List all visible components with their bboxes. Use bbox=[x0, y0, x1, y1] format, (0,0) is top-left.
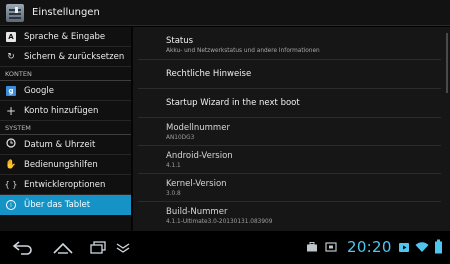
header-label: Datum & Uhrzeit bbox=[24, 139, 96, 150]
pref-title: Build-Nummer bbox=[166, 207, 228, 217]
pref-status[interactable]: Status Akku- und Netzwerkstatus und ande… bbox=[138, 31, 441, 60]
system-bar: 20:20 bbox=[0, 231, 450, 264]
pref-summary: 4.1.1 bbox=[166, 162, 181, 169]
pref-title: Kernel-Version bbox=[166, 178, 227, 189]
recent-apps-icon bbox=[90, 240, 106, 254]
back-icon bbox=[12, 240, 32, 255]
header-sprache-eingabe[interactable]: A Sprache & Eingabe bbox=[0, 27, 131, 47]
pref-summary: 3.0.8 bbox=[166, 190, 181, 197]
section-system: SYSTEM bbox=[0, 121, 131, 135]
preference-list: Status Akku- und Netzwerkstatus und ande… bbox=[138, 31, 441, 230]
wifi-icon bbox=[415, 242, 429, 252]
add-icon: + bbox=[5, 103, 17, 118]
header-konto-hinzufuegen[interactable]: + Konto hinzufügen bbox=[0, 101, 131, 121]
action-bar: Einstellungen bbox=[0, 0, 450, 26]
header-sichern-zuruecksetzen[interactable]: ↻ Sichern & zurücksetzen bbox=[0, 47, 131, 67]
settings-headers-list: A Sprache & Eingabe ↻ Sichern & zurückse… bbox=[0, 27, 131, 231]
pref-summary: Akku- und Netzwerkstatus und andere Info… bbox=[166, 48, 320, 54]
info-icon: i bbox=[4, 200, 18, 210]
header-label: Bedienungshilfen bbox=[24, 159, 98, 170]
restore-icon: ↻ bbox=[7, 51, 15, 62]
header-label: Google bbox=[24, 85, 54, 96]
pref-title: Modellnummer bbox=[166, 122, 230, 133]
header-entwickleroptionen[interactable]: { } Entwickleroptionen bbox=[0, 175, 131, 195]
back-button[interactable] bbox=[5, 231, 41, 264]
section-label: KONTEN bbox=[5, 69, 32, 78]
app-title: Einstellungen bbox=[32, 7, 100, 18]
screenshot-icon bbox=[325, 242, 337, 252]
section-label: SYSTEM bbox=[5, 123, 31, 132]
home-button[interactable] bbox=[45, 231, 81, 264]
pref-modellnummer: Modellnummer AN10DG3 bbox=[138, 118, 441, 146]
keyboard-a-icon: A bbox=[4, 31, 18, 42]
header-label: Sprache & Eingabe bbox=[24, 31, 106, 42]
hide-keyboard-icon bbox=[116, 242, 130, 253]
scrollbar-thumb[interactable] bbox=[446, 33, 448, 93]
section-konten: KONTEN bbox=[0, 67, 131, 81]
pref-summary: 4.1.1-Ultimate3.0-20130131.083909 bbox=[166, 219, 273, 225]
about-tablet-pane: Status Akku- und Netzwerkstatus und ande… bbox=[133, 27, 450, 231]
battery-icon bbox=[435, 239, 442, 254]
header-ueber-das-tablet[interactable]: i Über das Tablet bbox=[0, 195, 131, 215]
home-icon bbox=[53, 242, 73, 254]
pref-title: Android-Version bbox=[166, 150, 233, 161]
pref-build-nummer[interactable]: Build-Nummer 4.1.1-Ultimate3.0-20130131.… bbox=[138, 202, 441, 230]
header-bedienungshilfen[interactable]: ✋ Bedienungshilfen bbox=[0, 155, 131, 175]
briefcase-icon bbox=[307, 242, 317, 252]
pref-rechtliche-hinweise[interactable]: Rechtliche Hinweise bbox=[138, 60, 441, 89]
play-store-icon bbox=[399, 243, 409, 252]
pref-summary: AN10DG3 bbox=[166, 134, 195, 141]
header-label: Entwickleroptionen bbox=[24, 179, 106, 190]
google-icon: g bbox=[4, 85, 18, 96]
pref-title: Status bbox=[166, 36, 194, 46]
clock[interactable]: 20:20 bbox=[347, 238, 392, 256]
pref-title: Rechtliche Hinweise bbox=[166, 69, 252, 79]
settings-app-icon[interactable] bbox=[6, 3, 24, 22]
header-label: Konto hinzufügen bbox=[24, 105, 99, 116]
pref-startup-wizard[interactable]: Startup Wizard in the next boot bbox=[138, 89, 441, 118]
hide-keyboard-button[interactable] bbox=[108, 231, 138, 264]
header-label: Über das Tablet bbox=[24, 200, 91, 210]
pref-kernel-version: Kernel-Version 3.0.8 bbox=[138, 174, 441, 202]
header-google[interactable]: g Google bbox=[0, 81, 131, 101]
pref-title: Startup Wizard in the next boot bbox=[166, 98, 300, 108]
hand-icon: ✋ bbox=[5, 159, 17, 170]
braces-icon: { } bbox=[4, 180, 18, 189]
header-label: Sichern & zurücksetzen bbox=[24, 51, 125, 62]
clock-icon bbox=[4, 138, 18, 151]
header-datum-uhrzeit[interactable]: Datum & Uhrzeit bbox=[0, 135, 131, 155]
pref-android-version[interactable]: Android-Version 4.1.1 bbox=[138, 146, 441, 174]
